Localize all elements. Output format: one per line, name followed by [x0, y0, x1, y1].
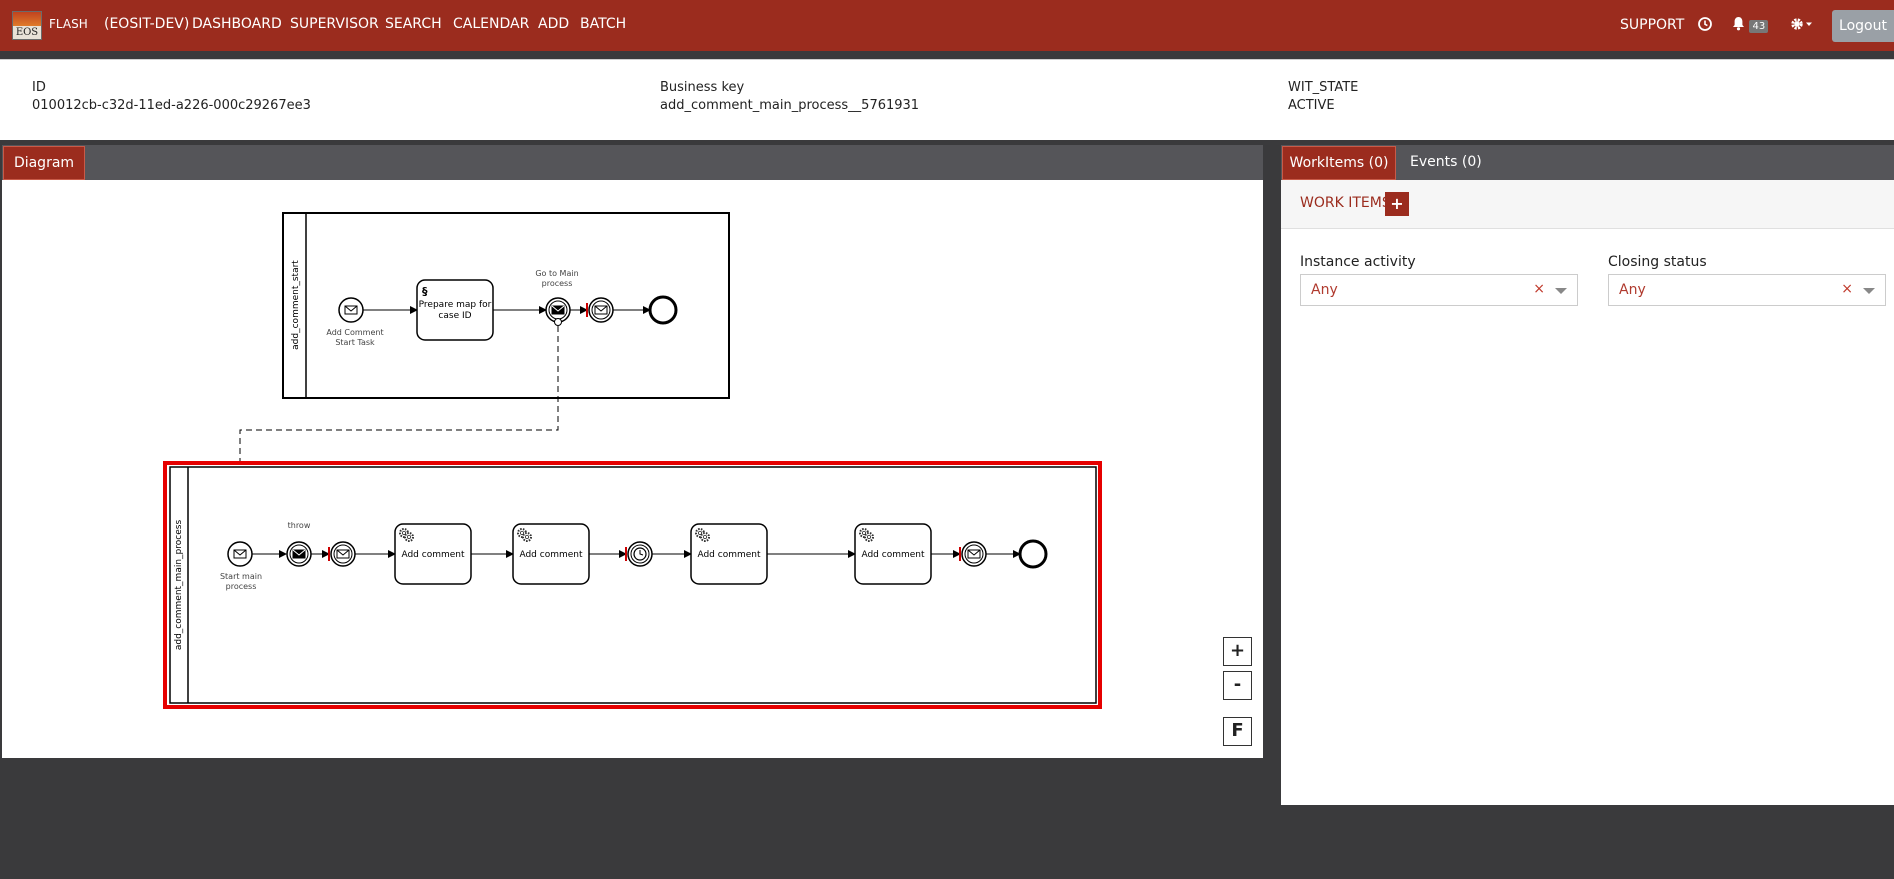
- pool-add-comment-main: add_comment_main_process: [163, 461, 1102, 709]
- start-event-label-2: Start Task: [335, 338, 375, 347]
- instance-activity-value: Any: [1311, 282, 1338, 298]
- task-prepare-map-label-2: case ID: [438, 311, 471, 321]
- bell-icon: [1733, 17, 1744, 31]
- nav-search[interactable]: SEARCH: [385, 16, 442, 32]
- intermediate-message-event-2[interactable]: [330, 541, 356, 567]
- fit-button[interactable]: F: [1223, 717, 1252, 746]
- settings-menu[interactable]: [1790, 16, 1814, 36]
- throw-label: throw: [288, 521, 311, 530]
- nav-supervisor[interactable]: SUPERVISOR: [290, 16, 379, 32]
- task-label-2: Add comment: [519, 550, 583, 560]
- notification-badge: 43: [1749, 20, 1769, 33]
- task-prepare-map[interactable]: § Prepare map for case ID: [416, 279, 494, 341]
- closing-status-value: Any: [1619, 282, 1646, 298]
- pool-main-name: add_comment_main_process: [174, 520, 184, 651]
- closing-status-select[interactable]: Any ×: [1608, 274, 1886, 306]
- business-key-value: add_comment_main_process__5761931: [660, 98, 920, 113]
- nav-batch[interactable]: BATCH: [580, 16, 626, 32]
- closing-status-label: Closing status: [1608, 254, 1707, 270]
- start-main-label-1: Start main: [220, 572, 262, 581]
- pool-start-name: add_comment_start: [291, 260, 301, 350]
- chevron-down-icon[interactable]: [1555, 288, 1567, 294]
- notifications[interactable]: 43: [1732, 16, 1769, 35]
- start-event-label-1: Add Comment: [326, 328, 383, 337]
- workitems-title: WORK ITEMS: [1300, 195, 1391, 211]
- end-event-main[interactable]: [1018, 539, 1048, 569]
- task-label-4: Add comment: [861, 550, 925, 560]
- top-navbar: EOS FLASH (EOSIT-DEV) DASHBOARD SUPERVIS…: [0, 0, 1894, 51]
- start-main-label-2: process: [226, 582, 257, 591]
- task-add-comment-4[interactable]: Add comment: [854, 523, 932, 585]
- nav-calendar[interactable]: CALENDAR: [453, 16, 529, 32]
- process-info-panel: ID 010012cb-c32d-11ed-a226-000c29267ee3 …: [0, 59, 1894, 140]
- task-add-comment-1[interactable]: Add comment: [394, 523, 472, 585]
- catch-event-label-2: process: [542, 279, 573, 288]
- tab-diagram[interactable]: Diagram: [3, 146, 85, 180]
- intermediate-message-event-3[interactable]: [961, 541, 987, 567]
- start-event-add-comment[interactable]: [338, 297, 364, 323]
- instance-activity-select[interactable]: Any ×: [1300, 274, 1578, 306]
- instance-activity-label: Instance activity: [1300, 254, 1416, 270]
- diagram-tabbar: Diagram: [2, 145, 1263, 180]
- end-event-start-pool[interactable]: [648, 295, 678, 325]
- task-label-3: Add comment: [697, 550, 761, 560]
- nav-env[interactable]: (EOSIT-DEV): [104, 16, 189, 32]
- start-event-main[interactable]: [227, 541, 253, 567]
- tab-events[interactable]: Events (0): [1410, 154, 1482, 170]
- zoom-out-button[interactable]: -: [1223, 671, 1252, 700]
- task-label-1: Add comment: [401, 550, 465, 560]
- chevron-down-icon[interactable]: [1863, 288, 1875, 294]
- support-link[interactable]: SUPPORT: [1620, 17, 1684, 33]
- timer-event[interactable]: [627, 541, 653, 567]
- id-value: 010012cb-c32d-11ed-a226-000c29267ee3: [32, 98, 311, 113]
- state-value: ACTIVE: [1288, 98, 1335, 113]
- nav-dashboard[interactable]: DASHBOARD: [192, 16, 282, 32]
- logo-stripe: [13, 12, 41, 26]
- throw-event[interactable]: [286, 541, 312, 567]
- gear-icon: [1791, 18, 1812, 30]
- brand-label[interactable]: FLASH: [49, 17, 88, 31]
- history-icon[interactable]: [1697, 16, 1713, 36]
- right-tabbar: WorkItems (0) Events (0): [1281, 145, 1894, 180]
- bpmn-diagram-canvas[interactable]: add_comment_start Add Comment Start Task…: [2, 180, 1263, 758]
- nav-add[interactable]: ADD: [538, 16, 569, 32]
- intermediate-message-event-1[interactable]: [588, 297, 614, 323]
- zoom-in-button[interactable]: +: [1223, 637, 1252, 666]
- state-label: WIT_STATE: [1288, 80, 1359, 95]
- eos-logo[interactable]: EOS: [12, 11, 42, 40]
- tab-workitems[interactable]: WorkItems (0): [1282, 146, 1396, 180]
- task-prepare-map-label-1: Prepare map for: [419, 300, 492, 310]
- catch-event-label-1: Go to Main: [535, 269, 578, 278]
- clear-closing-status-icon[interactable]: ×: [1841, 281, 1853, 297]
- task-add-comment-2[interactable]: Add comment: [512, 523, 590, 585]
- workitems-header: WORK ITEMS +: [1281, 180, 1894, 229]
- navbar-shadow: [0, 51, 1894, 59]
- business-key-label: Business key: [660, 80, 745, 95]
- id-label: ID: [32, 80, 46, 95]
- script-icon: §: [422, 285, 428, 298]
- logo-text: EOS: [15, 27, 39, 38]
- workitems-panel: WORK ITEMS + Instance activity Any × Clo…: [1281, 180, 1894, 805]
- add-workitem-button[interactable]: +: [1385, 192, 1409, 216]
- logout-button[interactable]: Logout: [1832, 10, 1894, 42]
- clear-instance-activity-icon[interactable]: ×: [1533, 281, 1545, 297]
- task-add-comment-3[interactable]: Add comment: [690, 523, 768, 585]
